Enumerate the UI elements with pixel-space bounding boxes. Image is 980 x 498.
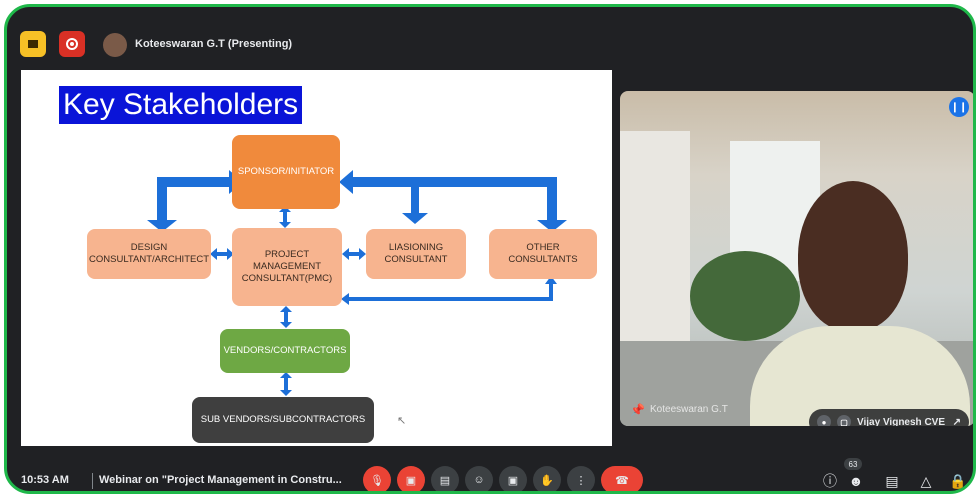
captions-icon[interactable]: ▤ — [431, 466, 459, 491]
top-bar: Koteeswaran G.T (Presenting) — [7, 7, 973, 57]
people-icon[interactable]: ☻ — [845, 470, 867, 491]
presenter-avatar — [103, 33, 127, 57]
meeting-title: Webinar on "Project Management in Constr… — [99, 474, 342, 486]
camera-indicator-icon: ▢ — [837, 415, 851, 426]
self-view-name: Vijay Vignesh CVE — [857, 416, 946, 427]
chat-icon[interactable]: ▤ — [881, 470, 903, 491]
sponsor-box: SPONSOR/INITIATOR — [232, 135, 340, 209]
divider — [92, 473, 93, 489]
presentation-slide: Key Stakeholders SPONSOR/INITIATOR DESIG… — [21, 70, 612, 446]
end-call-icon[interactable]: ☎ — [601, 466, 643, 491]
background-plant — [690, 251, 800, 341]
clock: 10:53 AM — [21, 474, 69, 486]
expand-icon[interactable]: ↗ — [953, 417, 961, 427]
camera-off-icon[interactable]: ▣ — [397, 466, 425, 491]
bottom-bar: 10:53 AM Webinar on "Project Management … — [7, 455, 973, 491]
info-icon[interactable]: ⓘ — [819, 470, 841, 491]
present-icon[interactable]: ▣ — [499, 466, 527, 491]
tile-participant-name: Koteeswaran G.T — [650, 404, 728, 415]
raise-hand-icon[interactable]: ✋ — [533, 466, 561, 491]
participant-video-tile[interactable]: ❙❙ 📌 Koteeswaran G.T ● ▢ Vijay Vignesh C… — [620, 91, 973, 426]
record-icon[interactable] — [59, 31, 85, 57]
mouse-cursor-icon: ↖ — [397, 415, 407, 427]
other-consultants-box: OTHER CONSULTANTS — [489, 229, 597, 279]
emoji-icon[interactable]: ☺ — [465, 466, 493, 491]
mic-indicator-icon: ● — [817, 415, 831, 426]
presenter-title: Koteeswaran G.T (Presenting) — [135, 38, 293, 50]
mic-off-icon[interactable]: 🎙 — [363, 466, 391, 491]
more-icon[interactable]: ⋮ — [567, 466, 595, 491]
liaisoning-consultant-box: LIASIONING CONSULTANT — [366, 229, 466, 279]
design-consultant-box: DESIGN CONSULTANT/ARCHITECT — [87, 229, 211, 279]
self-view-chip[interactable]: ● ▢ Vijay Vignesh CVE ↗ — [809, 409, 969, 426]
presentation-icon[interactable] — [20, 31, 46, 57]
audio-icon: ❙❙ — [949, 97, 969, 117]
participant-count-badge: 63 — [844, 458, 862, 470]
pin-icon[interactable]: 📌 — [630, 403, 645, 417]
participant-head — [798, 181, 908, 331]
vendors-box: VENDORS/CONTRACTORS — [220, 329, 350, 373]
pmc-box: PROJECT MANAGEMENT CONSULTANT(PMC) — [232, 228, 342, 306]
activities-icon[interactable]: △ — [915, 470, 937, 491]
meeting-window: Koteeswaran G.T (Presenting) Key Stakeho… — [4, 4, 976, 494]
lock-icon[interactable]: 🔒 — [947, 470, 969, 491]
subvendors-box: SUB VENDORS/SUBCONTRACTORS — [192, 397, 374, 443]
